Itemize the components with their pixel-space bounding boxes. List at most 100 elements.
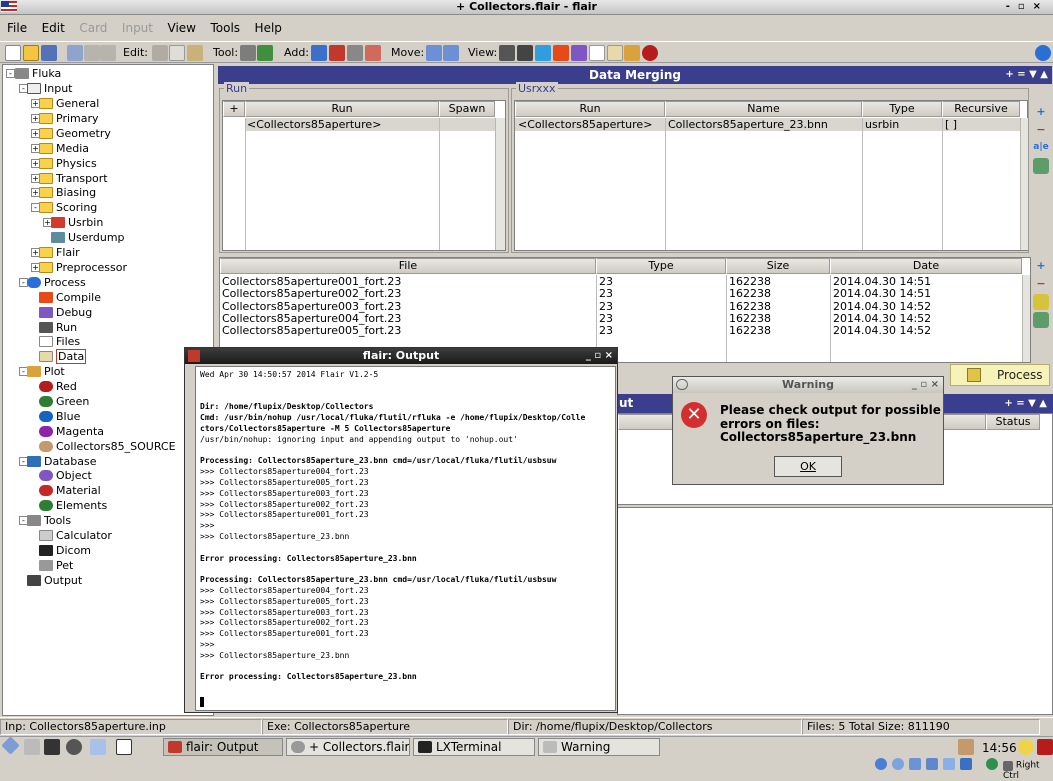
menu-view[interactable]: View [161,18,200,35]
vbox-hdd-icon[interactable] [875,758,887,770]
vbox-display-icon[interactable] [960,758,972,770]
undo-icon[interactable] [67,45,83,61]
tree-calculator[interactable]: Calculator [39,528,112,543]
save-icon[interactable] [41,45,57,61]
output-console[interactable]: Wed Apr 30 14:50:57 2014 Flair V1.2-5 Dir… [195,366,616,711]
file-row-file[interactable]: Collectors85aperture002_fort.23 [222,288,401,300]
tree-fluka[interactable]: Fluka [15,66,61,81]
size-column-header[interactable]: Size [726,258,830,274]
view-run-icon[interactable] [517,45,533,61]
tree-pet[interactable]: Pet [39,558,73,573]
usr-run-header[interactable]: Run [515,101,665,117]
task-warning[interactable]: Warning [538,738,660,756]
files-scrollbar[interactable] [1022,275,1030,362]
view-input-icon[interactable] [499,45,515,61]
tree-tools[interactable]: Tools [27,513,71,528]
tree-userdump[interactable]: Userdump [51,230,125,245]
warning-window-controls[interactable]: _ ▫ × [912,377,939,392]
new-file-icon[interactable] [5,45,21,61]
history-icon[interactable] [84,45,100,61]
desktop-switch-icon[interactable] [90,739,106,755]
file-add-icon[interactable]: + [1033,258,1049,274]
add-icon[interactable] [311,45,327,61]
refresh-icon[interactable] [257,45,273,61]
view-files-icon[interactable] [589,45,605,61]
vbox-cd-icon[interactable] [892,758,904,770]
usr-scrollbar[interactable] [1020,118,1028,250]
tree-input[interactable]: Input [27,81,72,96]
delete-card-icon[interactable] [365,45,381,61]
tray-battery-icon[interactable] [958,739,974,755]
tree-plot-collectors85_source[interactable]: Collectors85_SOURCE [39,439,176,454]
usr-rename-icon[interactable]: a|e [1033,140,1049,156]
vbox-shared-icon[interactable] [943,758,955,770]
file-remove-icon[interactable]: − [1033,276,1049,292]
file-refresh-icon[interactable] [1033,312,1049,328]
tree-media[interactable]: Media [39,141,89,156]
usrxxx-list[interactable]: Run Name Type Recursive <Collectors85ape… [514,100,1028,251]
tree-biasing[interactable]: Biasing [39,185,96,200]
output-window-controls[interactable]: _ ▫ × [586,348,613,363]
open-file-icon[interactable] [23,45,39,61]
tree-geometry[interactable]: Geometry [39,126,111,141]
usr-refresh-icon[interactable] [1033,158,1049,174]
vbox-network-icon[interactable] [926,758,938,770]
file-row-file[interactable]: Collectors85aperture005_fort.23 [222,325,401,337]
tree-physics[interactable]: Physics [39,156,97,171]
tree-output[interactable]: Output [27,573,82,588]
clone-icon[interactable] [347,45,363,61]
tree-files[interactable]: Files [39,334,80,349]
menu-help[interactable]: Help [248,18,286,35]
tree-object[interactable]: Object [39,468,92,483]
tree-debug[interactable]: Debug [39,305,92,320]
tree-preprocessor[interactable]: Preprocessor [39,260,127,275]
tree-plot-magenta[interactable]: Magenta [39,424,104,439]
task-flair-output[interactable]: flair: Output [163,738,283,756]
run-scrollbar[interactable] [495,118,505,250]
vbox-usb-icon[interactable] [909,758,921,770]
redo-icon[interactable] [100,45,116,61]
tree-process[interactable]: Process [27,275,86,290]
process-button[interactable]: Process [950,364,1050,386]
tree-scoring[interactable]: Scoring [39,200,97,215]
browser-icon[interactable] [66,739,82,755]
tray-power-icon[interactable] [1037,739,1053,755]
output-log-area[interactable] [617,507,1053,715]
start-menu-icon[interactable] [1,736,20,755]
usr-name-header[interactable]: Name [665,101,862,117]
run-add-header[interactable]: + [223,101,245,117]
show-desktop-icon[interactable] [116,739,132,755]
tree-database[interactable]: Database [27,454,97,469]
copy-icon[interactable] [169,45,185,61]
tree-plot[interactable]: Plot [27,364,65,379]
view-debug-icon[interactable] [571,45,587,61]
menu-file[interactable]: File [0,18,31,35]
view-data-icon[interactable] [607,45,623,61]
usr-type-header[interactable]: Type [862,101,942,117]
tree-general[interactable]: General [39,96,99,111]
info-icon[interactable] [1035,45,1051,61]
output-panel-icons[interactable]: + = ▼ ▲ [1004,394,1047,413]
tree-usrbin[interactable]: Usrbin [51,215,103,230]
tree-plot-green[interactable]: Green [39,394,89,409]
window-controls[interactable]: -▫× [1006,0,1049,14]
collapse-fluka[interactable]: - [6,69,15,78]
tree-transport[interactable]: Transport [39,171,108,186]
run-column-header[interactable]: Run [245,101,439,117]
vbox-capture-icon[interactable] [986,758,998,770]
view-compile-icon[interactable] [553,45,569,61]
paste-icon[interactable] [187,45,203,61]
tree-data[interactable]: Data [39,349,87,364]
tree-material[interactable]: Material [39,483,101,498]
usr-recursive-header[interactable]: Recursive [942,101,1020,117]
file-manager-icon[interactable] [24,739,40,755]
view-material-icon[interactable] [642,45,658,61]
tree-dicom[interactable]: Dicom [39,543,91,558]
terminal-icon[interactable] [44,739,60,755]
tree-primary[interactable]: Primary [39,111,99,126]
tree-plot-blue[interactable]: Blue [39,409,80,424]
tree-run[interactable]: Run [39,320,77,335]
task-lxterminal[interactable]: LXTerminal [413,738,535,756]
run-list[interactable]: + Run Spawn <Collectors85aperture> [222,100,506,251]
remove-icon[interactable] [329,45,345,61]
